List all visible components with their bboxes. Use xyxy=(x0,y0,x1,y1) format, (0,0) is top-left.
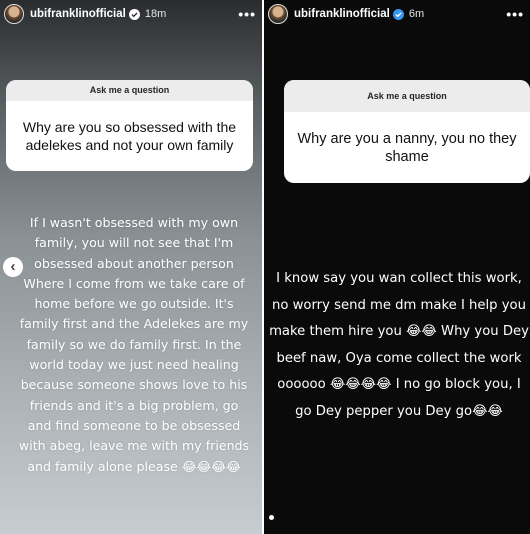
question-sticker: Ask me a question Why are you so obsesse… xyxy=(6,80,253,171)
question-sticker-header: Ask me a question xyxy=(6,80,253,101)
post-time: 18m xyxy=(144,8,167,20)
post-time: 6m xyxy=(408,8,425,20)
question-sticker: Ask me a question Why are you a nanny, y… xyxy=(284,80,530,183)
story-right[interactable]: ubifranklinofficial 6m ••• Ask me a ques… xyxy=(264,0,530,534)
username[interactable]: ubifranklinofficial xyxy=(30,8,126,20)
question-text: Why are you a nanny, you no they shame xyxy=(297,130,517,165)
story-left[interactable]: ubifranklinofficial 18m ••• Ask me a que… xyxy=(0,0,262,534)
question-text: Why are you so obsessed with the adeleke… xyxy=(22,119,237,153)
more-options-icon[interactable]: ••• xyxy=(506,7,524,21)
previous-story-icon[interactable]: ‹ xyxy=(3,257,23,277)
more-options-icon[interactable]: ••• xyxy=(238,7,256,21)
story-header: ubifranklinofficial 6m ••• xyxy=(268,4,524,24)
answer-text: I know say you wan collect this work, no… xyxy=(269,271,529,419)
avatar[interactable] xyxy=(4,4,24,24)
username[interactable]: ubifranklinofficial xyxy=(294,8,390,20)
story-header: ubifranklinofficial 18m ••• xyxy=(4,4,256,24)
answer-text: If I wasn't obsessed with my own family,… xyxy=(18,215,250,474)
verified-badge-icon xyxy=(128,8,140,20)
avatar[interactable] xyxy=(268,4,288,24)
verified-badge-icon xyxy=(392,8,404,20)
story-progress-dot xyxy=(269,515,274,520)
question-sticker-header: Ask me a question xyxy=(284,80,530,112)
